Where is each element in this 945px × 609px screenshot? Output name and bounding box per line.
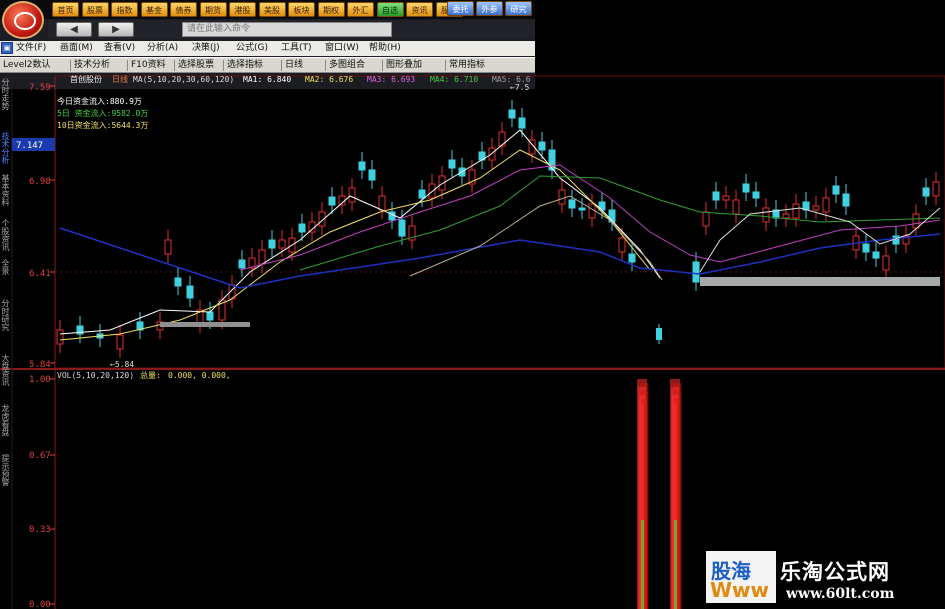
candle-body xyxy=(568,199,576,209)
volume-spec: VOL(5,10,20,120) xyxy=(57,371,134,380)
candle-body xyxy=(932,181,940,197)
candle-body xyxy=(598,201,606,211)
volume-bar-streak xyxy=(674,520,677,609)
chart-canvas: 7.59 6.98 6.41 5.84 7.147 1.00 0.67 0.33 0.00 首创股… xyxy=(0,74,945,609)
high-price-marker: ←7.5 xyxy=(510,83,529,92)
volume-bar-0 xyxy=(637,379,649,609)
candle-body xyxy=(628,253,636,263)
candle-body xyxy=(812,205,820,211)
ma-spec: MA(5,10,20,30,60,120) xyxy=(133,75,234,84)
current-price-label: 7.147 xyxy=(16,141,43,151)
price-axis-label-2: 6.41 xyxy=(29,269,51,279)
ma-value-2: MA2: 6.676 xyxy=(305,75,353,84)
side-tab-0[interactable]: 分时走势 xyxy=(0,78,11,110)
candle-body xyxy=(238,259,246,269)
candle-body xyxy=(692,261,700,283)
support-bar-right xyxy=(700,277,940,286)
candle-body xyxy=(518,117,526,129)
side-tab-6[interactable]: 大盘资讯 xyxy=(0,354,11,386)
candle-body xyxy=(912,213,920,229)
candle-body xyxy=(258,249,266,265)
candle-body xyxy=(712,191,720,201)
candle-body xyxy=(368,169,376,181)
candle-body xyxy=(752,191,760,199)
candle-body xyxy=(174,277,182,287)
left-side-tabs: 分时走势技术分析基本资料个股资讯全景分时研究大盘资讯龙虎看盘提示预警 xyxy=(0,74,11,609)
price-axis-label-3: 5.84 xyxy=(29,360,51,370)
candle-body xyxy=(618,237,626,253)
ma30-line xyxy=(299,175,941,271)
volume-total-values: 0.000, 0.000, xyxy=(168,371,231,380)
candle-body xyxy=(508,109,516,119)
candle-body xyxy=(792,203,800,219)
candle-body xyxy=(328,196,336,206)
volume-axis-label-2: 0.33 xyxy=(29,525,51,535)
stock-name: 首创股份 xyxy=(70,74,102,84)
candle-body xyxy=(892,235,900,245)
fund-flow-line-0: 今日资金流入:880.9万 xyxy=(57,96,142,106)
price-axis-label-1: 6.98 xyxy=(29,177,51,187)
candle-body xyxy=(448,159,456,169)
volume-total-label: 总量: xyxy=(140,370,161,380)
watermark-url: www.60lt.com xyxy=(786,586,895,602)
candle-body xyxy=(298,223,306,233)
candle-body xyxy=(822,197,830,213)
ma-value-4: MA4: 6.710 xyxy=(430,75,478,84)
candle-body xyxy=(732,199,740,215)
candle-body xyxy=(842,193,850,207)
volume-axis-label-3: 0.00 xyxy=(29,600,51,609)
watermark-logo: 股海 Www xyxy=(706,551,776,603)
fund-flow-line-1: 5日 资金流入:9582.0万 xyxy=(57,108,148,118)
candle-body xyxy=(656,328,662,340)
candle-body xyxy=(832,185,840,195)
low-price-marker: ←5.84 xyxy=(110,360,134,369)
volume-bar-1 xyxy=(670,379,682,609)
candle-body xyxy=(164,239,172,255)
candle-body xyxy=(922,187,930,197)
candle-body xyxy=(722,195,730,201)
volume-axis-label-0: 1.00 xyxy=(29,375,51,385)
candle-body xyxy=(358,161,366,171)
ma-value-1: MA1: 6.840 xyxy=(243,75,291,84)
candle-body xyxy=(56,329,64,345)
candle-body xyxy=(558,189,566,205)
support-bar-left xyxy=(160,322,250,327)
side-tab-5[interactable]: 分时研究 xyxy=(0,299,11,331)
candle-body xyxy=(418,189,426,199)
candle-body xyxy=(378,195,386,211)
side-tab-2[interactable]: 基本资料 xyxy=(0,174,11,206)
candle-body xyxy=(488,147,496,161)
candle-body xyxy=(742,183,750,193)
price-axis-label-0: 7.59 xyxy=(29,83,51,93)
candle-body xyxy=(862,243,870,253)
side-tab-7[interactable]: 龙虎看盘 xyxy=(0,404,11,436)
candle-body xyxy=(268,239,276,249)
candle-body xyxy=(762,207,770,223)
volume-bar-streak xyxy=(641,520,644,609)
candle-body xyxy=(872,251,880,259)
side-tab-3[interactable]: 个股资讯 xyxy=(0,219,11,251)
candle-body xyxy=(702,211,710,227)
candle-body xyxy=(398,219,406,237)
side-tab-1[interactable]: 技术分析 xyxy=(0,132,11,164)
watermark-site-name: 乐淘公式网 xyxy=(780,560,890,584)
candle-body xyxy=(882,255,890,271)
side-tab-4[interactable]: 全景 xyxy=(0,259,11,275)
candle-body xyxy=(782,213,790,219)
volume-axis-label-1: 0.67 xyxy=(29,451,51,461)
ma-value-3: MA3: 6.693 xyxy=(367,75,415,84)
watermark-logo-bottom: Www xyxy=(710,578,770,602)
candle-body xyxy=(278,239,286,249)
period-label: 日线 xyxy=(112,74,128,84)
fund-flow-line-2: 10日资金流入:5644.3万 xyxy=(57,120,148,130)
candle-body xyxy=(578,207,586,211)
ma10-line xyxy=(59,149,651,341)
side-tab-8[interactable]: 提示预警 xyxy=(0,454,11,486)
candle-body xyxy=(206,311,214,321)
candle-body xyxy=(116,334,124,350)
candle-body xyxy=(348,187,356,203)
candle-body xyxy=(538,141,546,151)
candle-body xyxy=(186,285,194,299)
